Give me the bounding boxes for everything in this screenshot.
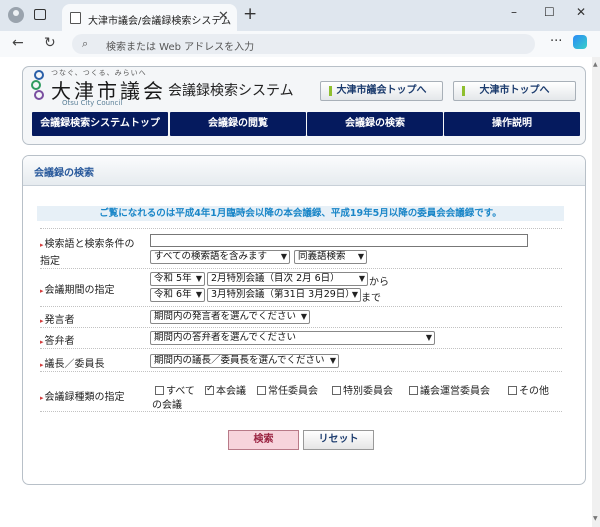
panel-header [23,156,585,186]
row-divider [40,268,562,269]
council-top-button[interactable]: 大津市議会トップへ [320,81,443,101]
scroll-down-icon[interactable]: ▼ [593,515,598,522]
new-tab-icon[interactable]: + [243,4,257,24]
reload-icon[interactable]: ↻ [44,35,56,51]
checkbox-icon[interactable] [508,386,517,395]
minimize-icon[interactable]: – [511,5,517,19]
copilot-icon[interactable] [573,35,587,49]
synonym-select[interactable]: 同義語検索 ▼ [294,250,367,264]
close-window-icon[interactable]: ✕ [576,5,586,19]
checkbox-checked-icon[interactable] [205,384,214,395]
scrollbar[interactable]: ▲ ▼ [592,57,600,527]
type-all-checkbox[interactable]: すべて [155,382,195,397]
scroll-up-icon[interactable]: ▲ [593,61,598,68]
checkbox-icon[interactable] [409,386,418,395]
chair-label: 議長／委員長 [40,355,105,370]
speaker-label: 発言者 [40,311,75,326]
nav-search[interactable]: 会議録の検索 [307,112,443,136]
system-name: 会議録検索システム [168,83,294,99]
browser-tab[interactable]: 大津市議会/会議録検索システム ✕ [62,4,237,31]
period-label: 会議期間の指定 [40,281,115,296]
from-year-select[interactable]: 令和 5年 ▼ [150,272,205,286]
reset-button[interactable]: リセット [303,430,374,450]
keyword-label-2: 指定 [40,256,60,267]
row-divider [40,306,562,307]
row-divider [40,348,562,349]
from-suffix: から [369,277,389,288]
type-special-checkbox[interactable]: 特別委員会 [332,382,393,397]
to-year-select[interactable]: 令和 6年 ▼ [150,288,205,302]
availability-notice: ご覧になれるのは平成4年1月臨時会以降の本会議録、平成19年5月以降の委員会会議… [37,206,564,221]
nav-help[interactable]: 操作説明 [444,112,580,136]
city-name-en: Otsu City Council [62,99,123,107]
nav-browse[interactable]: 会議録の閲覧 [170,112,306,136]
tab-actions-icon[interactable] [34,9,46,20]
search-button[interactable]: 検索 [228,430,299,450]
address-placeholder: 検索または Web アドレスを入力 [106,42,255,53]
row-divider [40,371,562,372]
keyword-label: 検索語と検索条件の [40,235,135,250]
checkbox-icon[interactable] [257,386,266,395]
speaker-select[interactable]: 期間内の発言者を選んでください ▼ [150,310,310,324]
search-icon: ⌕ [82,37,89,50]
type-standing-checkbox[interactable]: 常任委員会 [257,382,318,397]
city-logo-icon [31,70,47,102]
to-suffix: まで [361,293,381,304]
chair-select[interactable]: 期間内の議長／委員長を選んでください ▼ [150,354,339,368]
page-favicon-icon [70,12,81,24]
tab-title: 大津市議会/会議録検索システム [88,16,232,27]
close-tab-icon[interactable]: ✕ [218,9,229,24]
type-other-checkbox[interactable]: その他 [508,382,549,397]
checkbox-icon[interactable] [155,386,164,395]
checkbox-icon[interactable] [332,386,341,395]
row-divider [40,411,562,412]
type-plenary-checkbox[interactable]: 本会議 [205,382,246,397]
back-icon[interactable]: ← [12,35,24,51]
maximize-icon[interactable]: ☐ [544,5,555,19]
answerer-select[interactable]: 期間内の答弁者を選んでください ▼ [150,331,435,345]
row-divider [40,327,562,328]
to-session-select[interactable]: 3月特別会議（第31日 3月29日） ▼ [207,288,361,302]
more-icon[interactable]: ··· [550,34,562,49]
panel-title: 会議録の検索 [34,168,94,179]
from-session-select[interactable]: 2月特別会議（目次 2月 6日） ▼ [207,272,368,286]
types-wrap-text: の会議 [152,400,182,411]
keyword-input[interactable] [150,234,528,247]
city-top-button[interactable]: 大津市トップへ [453,81,576,101]
nav-system-top[interactable]: 会議録検索システムトップ [32,112,168,136]
type-steering-checkbox[interactable]: 議会運営委員会 [409,382,490,397]
row-divider [40,228,562,229]
profile-icon[interactable] [8,7,24,23]
condition-select[interactable]: すべての検索語を含みます ▼ [150,250,290,264]
types-label: 会議録種類の指定 [40,388,125,403]
address-bar[interactable]: ⌕ 検索または Web アドレスを入力 [72,34,535,54]
answerer-label: 答弁者 [40,332,75,347]
